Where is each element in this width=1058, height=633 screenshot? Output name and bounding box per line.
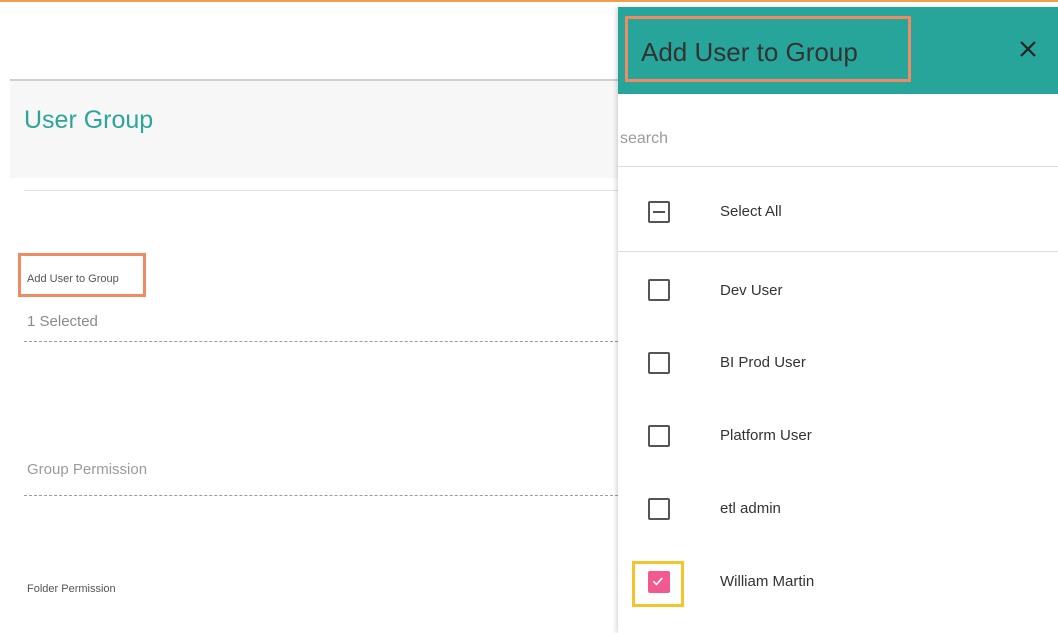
user-label: etl admin (720, 500, 781, 517)
divider (24, 190, 618, 191)
select-all-checkbox[interactable] (648, 201, 670, 223)
user-label: Dev User (720, 282, 783, 299)
group-permission-underline (24, 495, 618, 496)
add-user-field-label: Add User to Group (27, 273, 119, 285)
user-label: Platform User (720, 427, 812, 444)
add-user-field-underline (24, 341, 618, 342)
user-row-platform-user[interactable]: Platform User (618, 406, 1058, 466)
user-checkbox-checked[interactable] (648, 571, 670, 593)
user-checkbox[interactable] (648, 279, 670, 301)
checkmark-icon (652, 577, 663, 586)
user-checkbox[interactable] (648, 352, 670, 374)
search-input[interactable] (620, 125, 1040, 153)
add-user-panel: Add User to Group Select All Dev User BI… (618, 7, 1058, 633)
user-checkbox[interactable] (648, 498, 670, 520)
user-row-william-martin[interactable]: William Martin (618, 552, 1058, 612)
user-row-etl-admin[interactable]: etl admin (618, 479, 1058, 539)
group-permission-field[interactable]: Group Permission (27, 461, 147, 478)
user-row-dev-user[interactable]: Dev User (618, 260, 1058, 320)
user-label: BI Prod User (720, 354, 806, 371)
page-title: User Group (24, 106, 154, 134)
search-underline (618, 166, 1058, 167)
panel-header: Add User to Group (618, 7, 1058, 94)
user-row-bi-prod-user[interactable]: BI Prod User (618, 333, 1058, 393)
select-all-label: Select All (720, 203, 782, 220)
close-icon[interactable] (1016, 37, 1040, 61)
panel-title: Add User to Group (641, 37, 858, 67)
user-label: William Martin (720, 573, 815, 590)
folder-permission-label: Folder Permission (27, 583, 116, 595)
user-checkbox[interactable] (648, 425, 670, 447)
indeterminate-icon (653, 211, 665, 213)
top-accent-line (0, 0, 1058, 2)
add-user-field-value[interactable]: 1 Selected (27, 313, 98, 330)
divider (618, 251, 1058, 252)
select-all-row[interactable]: Select All (618, 182, 1058, 242)
